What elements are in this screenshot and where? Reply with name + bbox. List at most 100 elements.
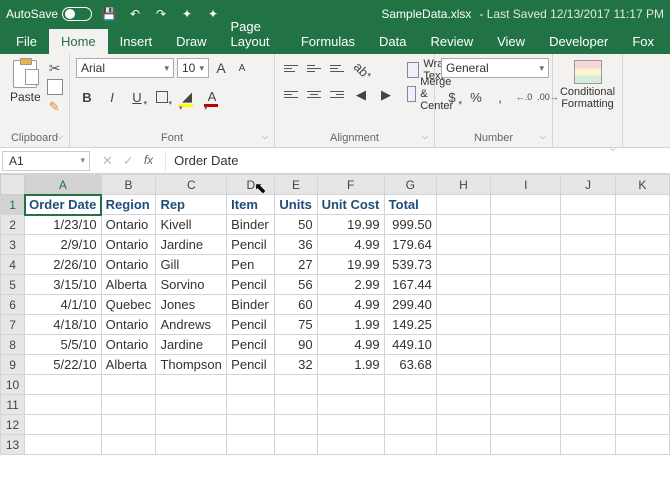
cell-A1[interactable]: Order Date xyxy=(25,195,102,215)
qat-action1-icon[interactable]: ✦ xyxy=(180,7,194,21)
cell-A4[interactable]: 2/26/10 xyxy=(25,255,102,275)
row-header-13[interactable]: 13 xyxy=(1,435,25,455)
cell-D8[interactable]: Pencil xyxy=(227,335,275,355)
tab-file[interactable]: File xyxy=(4,29,49,54)
cell-K8[interactable] xyxy=(615,335,669,355)
copy-icon[interactable] xyxy=(49,81,63,95)
formula-input[interactable]: Order Date xyxy=(165,151,670,171)
cell-G3[interactable]: 179.64 xyxy=(384,235,436,255)
cell-D3[interactable]: Pencil xyxy=(227,235,275,255)
cell-K12[interactable] xyxy=(615,415,669,435)
align-left-button[interactable] xyxy=(281,84,301,104)
cell-A5[interactable]: 3/15/10 xyxy=(25,275,102,295)
autosave-toggle[interactable] xyxy=(62,7,92,21)
cell-K13[interactable] xyxy=(615,435,669,455)
cell-E12[interactable] xyxy=(275,415,317,435)
cell-I6[interactable] xyxy=(491,295,561,315)
cell-H3[interactable] xyxy=(436,235,490,255)
cell-J8[interactable] xyxy=(561,335,615,355)
cell-A12[interactable] xyxy=(25,415,102,435)
cell-G9[interactable]: 63.68 xyxy=(384,355,436,375)
cell-D10[interactable] xyxy=(227,375,275,395)
cell-J9[interactable] xyxy=(561,355,615,375)
cell-J10[interactable] xyxy=(561,375,615,395)
cell-B4[interactable]: Ontario xyxy=(101,255,156,275)
font-name-combo[interactable]: Arial xyxy=(76,58,174,78)
format-painter-icon[interactable]: ✎ xyxy=(49,99,63,115)
bold-button[interactable]: B xyxy=(76,86,98,108)
cell-C10[interactable] xyxy=(156,375,227,395)
cell-E10[interactable] xyxy=(275,375,317,395)
cell-D4[interactable]: Pen xyxy=(227,255,275,275)
cell-A10[interactable] xyxy=(25,375,102,395)
cell-I4[interactable] xyxy=(491,255,561,275)
cell-C13[interactable] xyxy=(156,435,227,455)
cell-G4[interactable]: 539.73 xyxy=(384,255,436,275)
cell-H5[interactable] xyxy=(436,275,490,295)
tab-developer[interactable]: Developer xyxy=(537,29,620,54)
cell-G12[interactable] xyxy=(384,415,436,435)
cell-F8[interactable]: 4.99 xyxy=(317,335,384,355)
row-header-2[interactable]: 2 xyxy=(1,215,25,235)
cell-G2[interactable]: 999.50 xyxy=(384,215,436,235)
row-header-10[interactable]: 10 xyxy=(1,375,25,395)
cell-A9[interactable]: 5/22/10 xyxy=(25,355,102,375)
cell-G13[interactable] xyxy=(384,435,436,455)
cell-I8[interactable] xyxy=(491,335,561,355)
cell-C8[interactable]: Jardine xyxy=(156,335,227,355)
column-header-B[interactable]: B xyxy=(101,175,156,195)
align-center-button[interactable] xyxy=(304,84,324,104)
cell-E8[interactable]: 90 xyxy=(275,335,317,355)
tab-view[interactable]: View xyxy=(485,29,537,54)
cell-H13[interactable] xyxy=(436,435,490,455)
cell-C5[interactable]: Sorvino xyxy=(156,275,227,295)
cell-B11[interactable] xyxy=(101,395,156,415)
conditional-formatting-button[interactable]: Conditional Formatting xyxy=(559,58,616,110)
cell-B5[interactable]: Alberta xyxy=(101,275,156,295)
cell-H12[interactable] xyxy=(436,415,490,435)
row-header-11[interactable]: 11 xyxy=(1,395,25,415)
row-header-1[interactable]: 1 xyxy=(1,195,25,215)
cell-F3[interactable]: 4.99 xyxy=(317,235,384,255)
cell-G1[interactable]: Total xyxy=(384,195,436,215)
cell-J11[interactable] xyxy=(561,395,615,415)
cut-icon[interactable]: ✂ xyxy=(49,60,63,77)
cell-G11[interactable] xyxy=(384,395,436,415)
cell-D12[interactable] xyxy=(227,415,275,435)
cell-I2[interactable] xyxy=(491,215,561,235)
cell-I5[interactable] xyxy=(491,275,561,295)
cell-C9[interactable]: Thompson xyxy=(156,355,227,375)
cell-F9[interactable]: 1.99 xyxy=(317,355,384,375)
align-right-button[interactable] xyxy=(327,84,347,104)
cell-I13[interactable] xyxy=(491,435,561,455)
cell-K4[interactable] xyxy=(615,255,669,275)
comma-format-button[interactable]: , xyxy=(489,86,511,108)
cell-A8[interactable]: 5/5/10 xyxy=(25,335,102,355)
cell-K10[interactable] xyxy=(615,375,669,395)
cell-K3[interactable] xyxy=(615,235,669,255)
tab-home[interactable]: Home xyxy=(49,29,108,54)
cell-B9[interactable]: Alberta xyxy=(101,355,156,375)
cell-E6[interactable]: 60 xyxy=(275,295,317,315)
column-header-D[interactable]: D xyxy=(227,175,275,195)
cell-B7[interactable]: Ontario xyxy=(101,315,156,335)
cell-B6[interactable]: Quebec xyxy=(101,295,156,315)
cell-A2[interactable]: 1/23/10 xyxy=(25,215,102,235)
cell-J4[interactable] xyxy=(561,255,615,275)
row-header-4[interactable]: 4 xyxy=(1,255,25,275)
cell-B3[interactable]: Ontario xyxy=(101,235,156,255)
cell-E13[interactable] xyxy=(275,435,317,455)
cell-F11[interactable] xyxy=(317,395,384,415)
cell-H4[interactable] xyxy=(436,255,490,275)
fill-color-button[interactable]: ◢ xyxy=(176,86,198,108)
cell-H2[interactable] xyxy=(436,215,490,235)
tab-fox[interactable]: Fox xyxy=(620,29,666,54)
cell-F5[interactable]: 2.99 xyxy=(317,275,384,295)
tab-formulas[interactable]: Formulas xyxy=(289,29,367,54)
decrease-decimal-button[interactable]: .00→ xyxy=(537,86,559,108)
cell-J7[interactable] xyxy=(561,315,615,335)
cell-J12[interactable] xyxy=(561,415,615,435)
column-header-H[interactable]: H xyxy=(436,175,490,195)
increase-font-button[interactable]: A xyxy=(212,58,230,78)
cell-K7[interactable] xyxy=(615,315,669,335)
